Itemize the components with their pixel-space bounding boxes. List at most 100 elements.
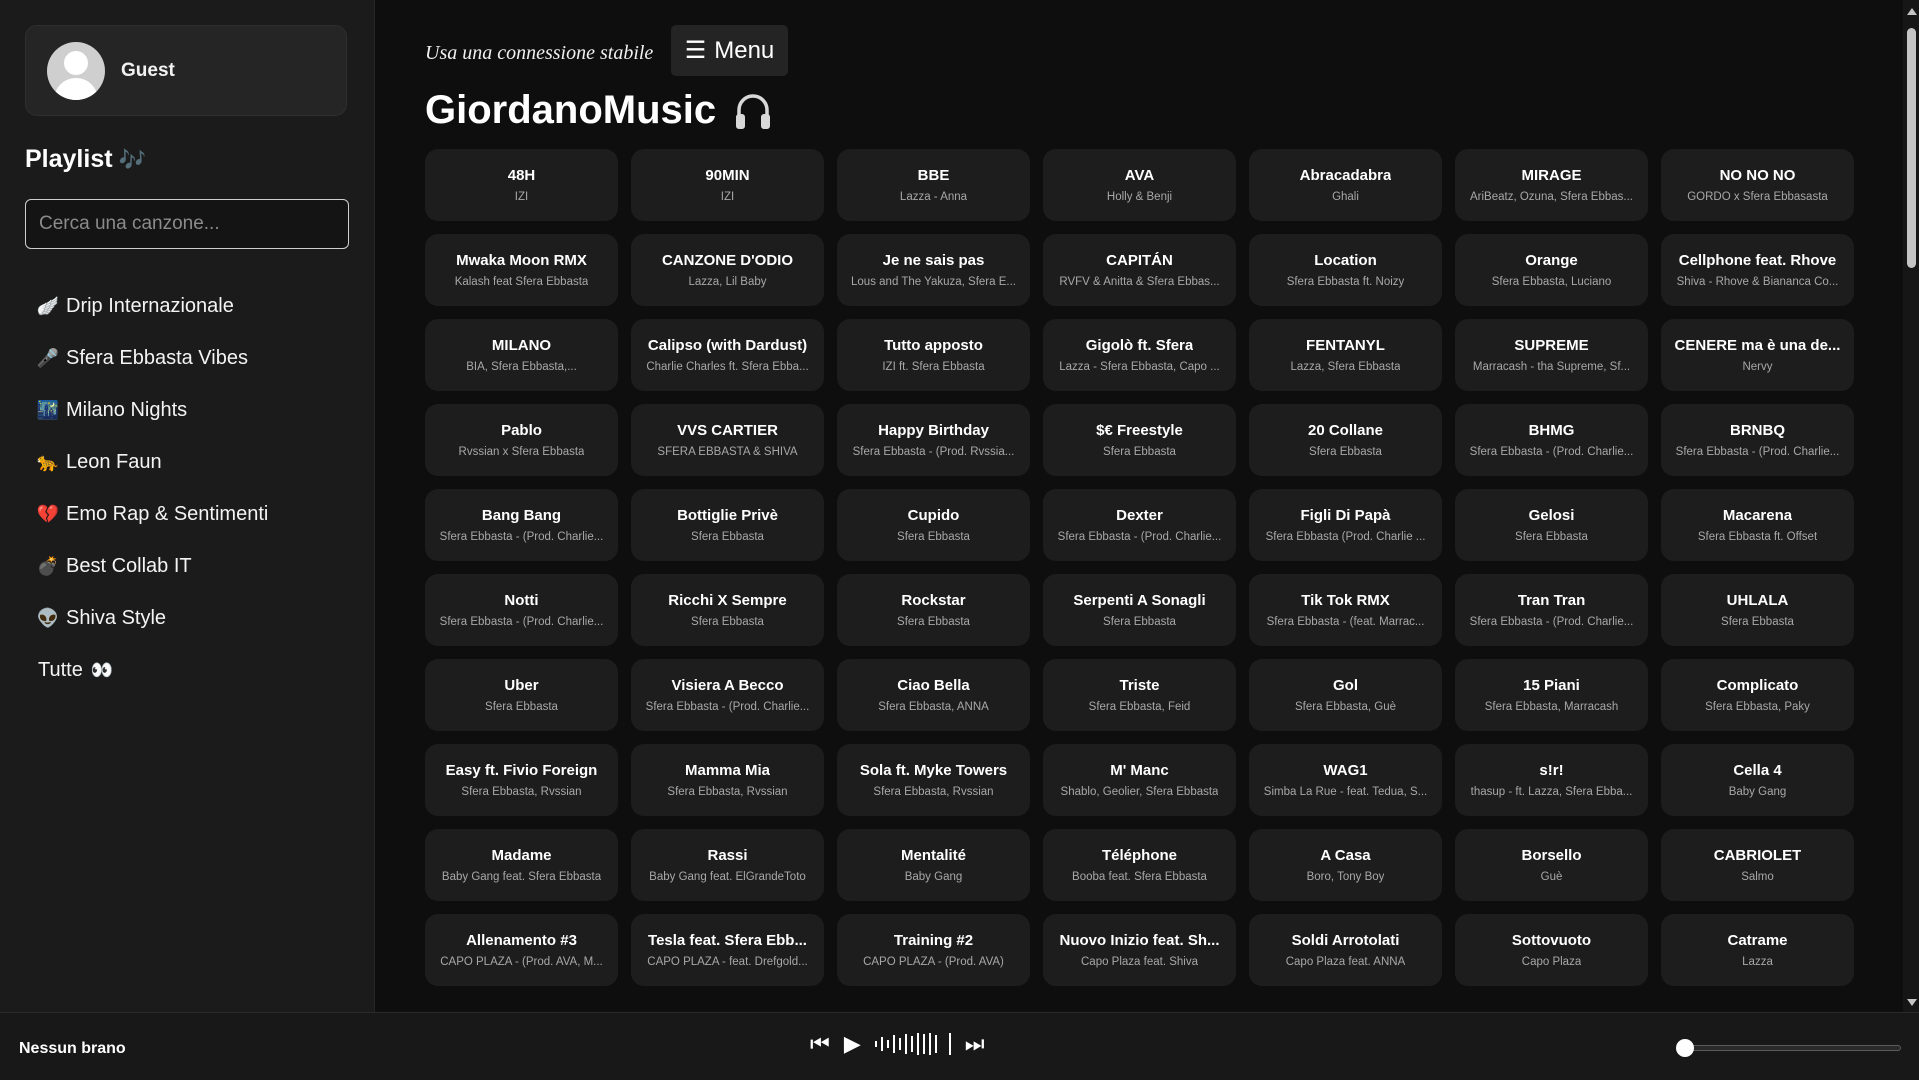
- song-card[interactable]: Ricchi X Sempre Sfera Ebbasta: [631, 574, 824, 646]
- sidebar-playlist-item[interactable]: 👽 Shiva Style: [36, 592, 268, 644]
- scrollbar[interactable]: [1903, 0, 1919, 1012]
- song-card[interactable]: Borsello Guè: [1455, 829, 1648, 901]
- previous-track-icon[interactable]: ⏮: [810, 1033, 830, 1055]
- song-card[interactable]: Sottovuoto Capo Plaza: [1455, 914, 1648, 986]
- song-card[interactable]: $€ Freestyle Sfera Ebbasta: [1043, 404, 1236, 476]
- song-card[interactable]: Tik Tok RMX Sfera Ebbasta - (feat. Marrac…: [1249, 574, 1442, 646]
- song-card[interactable]: Cella 4 Baby Gang: [1661, 744, 1854, 816]
- song-card[interactable]: WAG1 Simba La Rue - feat. Tedua, S...: [1249, 744, 1442, 816]
- song-card[interactable]: Uber Sfera Ebbasta: [425, 659, 618, 731]
- song-card[interactable]: Pablo Rvssian x Sfera Ebbasta: [425, 404, 618, 476]
- song-title: CAPITÁN: [1106, 252, 1173, 269]
- song-card[interactable]: Easy ft. Fivio Foreign Sfera Ebbasta, Rvs…: [425, 744, 618, 816]
- sidebar-playlist-item[interactable]: 🐆 Leon Faun: [36, 436, 268, 488]
- song-card[interactable]: Triste Sfera Ebbasta, Feid: [1043, 659, 1236, 731]
- song-card[interactable]: Mamma Mia Sfera Ebbasta, Rvssian: [631, 744, 824, 816]
- song-card[interactable]: Bottiglie Privè Sfera Ebbasta: [631, 489, 824, 561]
- song-card[interactable]: Serpenti A Sonagli Sfera Ebbasta: [1043, 574, 1236, 646]
- song-artist: BIA, Sfera Ebbasta,...: [466, 361, 577, 373]
- song-artist: Sfera Ebbasta - (Prod. Charlie...: [1057, 531, 1222, 543]
- song-card[interactable]: Figli Di Papà Sfera Ebbasta (Prod. Charli…: [1249, 489, 1442, 561]
- song-card[interactable]: Allenamento #3 CAPO PLAZA - (Prod. AVA, M…: [425, 914, 618, 986]
- sidebar-playlist-item[interactable]: 🪽 Drip Internazionale: [36, 280, 268, 332]
- song-card[interactable]: SUPREME Marracash - tha Supreme, Sf...: [1455, 319, 1648, 391]
- song-card[interactable]: CENERE ma è una de... Nervy: [1661, 319, 1854, 391]
- song-card[interactable]: BRNBQ Sfera Ebbasta - (Prod. Charlie...: [1661, 404, 1854, 476]
- song-card[interactable]: Macarena Sfera Ebbasta ft. Offset: [1661, 489, 1854, 561]
- song-card[interactable]: FENTANYL Lazza, Sfera Ebbasta: [1249, 319, 1442, 391]
- song-card[interactable]: Bang Bang Sfera Ebbasta - (Prod. Charlie.…: [425, 489, 618, 561]
- song-card[interactable]: Dexter Sfera Ebbasta - (Prod. Charlie...: [1043, 489, 1236, 561]
- song-card[interactable]: CANZONE D'ODIO Lazza, Lil Baby: [631, 234, 824, 306]
- song-card[interactable]: MIRAGE AriBeatz, Ozuna, Sfera Ebbas...: [1455, 149, 1648, 221]
- song-card[interactable]: 90MIN IZI: [631, 149, 824, 221]
- song-card[interactable]: Catrame Lazza: [1661, 914, 1854, 986]
- song-card[interactable]: Visiera A Becco Sfera Ebbasta - (Prod. Ch…: [631, 659, 824, 731]
- song-card[interactable]: Orange Sfera Ebbasta, Luciano: [1455, 234, 1648, 306]
- song-card[interactable]: s!r! thasup - ft. Lazza, Sfera Ebba...: [1455, 744, 1648, 816]
- song-card[interactable]: VVS CARTIER SFERA EBBASTA & SHIVA: [631, 404, 824, 476]
- scrollbar-thumb[interactable]: [1907, 28, 1916, 268]
- sidebar-playlist-item[interactable]: 🌃 Milano Nights: [36, 384, 268, 436]
- song-card[interactable]: BHMG Sfera Ebbasta - (Prod. Charlie...: [1455, 404, 1648, 476]
- song-card[interactable]: Mwaka Moon RMX Kalash feat Sfera Ebbasta: [425, 234, 618, 306]
- song-card[interactable]: Cupido Sfera Ebbasta: [837, 489, 1030, 561]
- song-card[interactable]: 15 Piani Sfera Ebbasta, Marracash: [1455, 659, 1648, 731]
- song-card[interactable]: Rassi Baby Gang feat. ElGrandeToto: [631, 829, 824, 901]
- brand: GiordanoMusic: [425, 88, 772, 133]
- scroll-down-arrow-icon[interactable]: [1907, 999, 1917, 1006]
- song-card[interactable]: Nuovo Inizio feat. Sh... Capo Plaza feat.…: [1043, 914, 1236, 986]
- menu-button[interactable]: ☰ Menu: [671, 25, 788, 76]
- play-icon[interactable]: ▶: [844, 1033, 861, 1055]
- song-card[interactable]: Sola ft. Myke Towers Sfera Ebbasta, Rvssi…: [837, 744, 1030, 816]
- song-card[interactable]: Complicato Sfera Ebbasta, Paky: [1661, 659, 1854, 731]
- song-card[interactable]: Location Sfera Ebbasta ft. Noizy: [1249, 234, 1442, 306]
- song-card[interactable]: NO NO NO GORDO x Sfera Ebbasasta: [1661, 149, 1854, 221]
- sidebar-playlist-item[interactable]: 💣 Best Collab IT: [36, 540, 268, 592]
- search-input[interactable]: [25, 199, 349, 249]
- song-card[interactable]: AVA Holly & Benji: [1043, 149, 1236, 221]
- song-card[interactable]: A Casa Boro, Tony Boy: [1249, 829, 1442, 901]
- song-card[interactable]: UHLALA Sfera Ebbasta: [1661, 574, 1854, 646]
- song-card[interactable]: Madame Baby Gang feat. Sfera Ebbasta: [425, 829, 618, 901]
- song-card[interactable]: Training #2 CAPO PLAZA - (Prod. AVA): [837, 914, 1030, 986]
- song-card[interactable]: Happy Birthday Sfera Ebbasta - (Prod. Rvs…: [837, 404, 1030, 476]
- playlist-nav: 🪽 Drip Internazionale 🎤 Sfera Ebbasta Vibes…: [36, 280, 269, 696]
- song-card[interactable]: MILANO BIA, Sfera Ebbasta,...: [425, 319, 618, 391]
- music-notes-icon: 🎶: [118, 147, 146, 172]
- next-track-icon[interactable]: ⏭: [965, 1033, 985, 1055]
- volume-track[interactable]: [1678, 1045, 1901, 1051]
- playlist-emoji-icon: 👽: [36, 607, 60, 628]
- song-card[interactable]: Cellphone feat. Rhove Shiva - Rhove & Bia…: [1661, 234, 1854, 306]
- scroll-up-arrow-icon[interactable]: [1907, 8, 1917, 15]
- volume-slider[interactable]: [1676, 1039, 1901, 1057]
- song-card[interactable]: Calipso (with Dardust) Charlie Charles ft…: [631, 319, 824, 391]
- song-title: Tutto apposto: [884, 337, 983, 354]
- song-card[interactable]: Ciao Bella Sfera Ebbasta, ANNA: [837, 659, 1030, 731]
- song-card[interactable]: Gelosi Sfera Ebbasta: [1455, 489, 1648, 561]
- song-title: s!r!: [1539, 762, 1564, 779]
- song-artist: Booba feat. Sfera Ebbasta: [1072, 871, 1207, 883]
- song-card[interactable]: Tesla feat. Sfera Ebb... CAPO PLAZA - fea…: [631, 914, 824, 986]
- song-card[interactable]: M' Manc Shablo, Geolier, Sfera Ebbasta: [1043, 744, 1236, 816]
- song-card[interactable]: 48H IZI: [425, 149, 618, 221]
- song-card[interactable]: Mentalité Baby Gang: [837, 829, 1030, 901]
- sidebar-item-all[interactable]: Tutte 👀: [38, 644, 268, 696]
- song-card[interactable]: 20 Collane Sfera Ebbasta: [1249, 404, 1442, 476]
- song-card[interactable]: Gol Sfera Ebbasta, Guè: [1249, 659, 1442, 731]
- song-card[interactable]: BBE Lazza - Anna: [837, 149, 1030, 221]
- song-card[interactable]: Rockstar Sfera Ebbasta: [837, 574, 1030, 646]
- song-card[interactable]: CAPITÁN RVFV & Anitta & Sfera Ebbas...: [1043, 234, 1236, 306]
- song-card[interactable]: Tutto apposto IZI ft. Sfera Ebbasta: [837, 319, 1030, 391]
- song-card[interactable]: Notti Sfera Ebbasta - (Prod. Charlie...: [425, 574, 618, 646]
- song-card[interactable]: CABRIOLET Salmo: [1661, 829, 1854, 901]
- sidebar-playlist-item[interactable]: 🎤 Sfera Ebbasta Vibes: [36, 332, 268, 384]
- song-card[interactable]: Tran Tran Sfera Ebbasta - (Prod. Charlie.…: [1455, 574, 1648, 646]
- song-card[interactable]: Je ne sais pas Lous and The Yakuza, Sfera…: [837, 234, 1030, 306]
- song-card[interactable]: Abracadabra Ghali: [1249, 149, 1442, 221]
- sidebar-playlist-item[interactable]: 💔 Emo Rap & Sentimenti: [36, 488, 269, 540]
- song-card[interactable]: Téléphone Booba feat. Sfera Ebbasta: [1043, 829, 1236, 901]
- volume-knob[interactable]: [1676, 1039, 1694, 1057]
- song-card[interactable]: Soldi Arrotolati Capo Plaza feat. ANNA: [1249, 914, 1442, 986]
- song-card[interactable]: Gigolò ft. Sfera Lazza - Sfera Ebbasta, C…: [1043, 319, 1236, 391]
